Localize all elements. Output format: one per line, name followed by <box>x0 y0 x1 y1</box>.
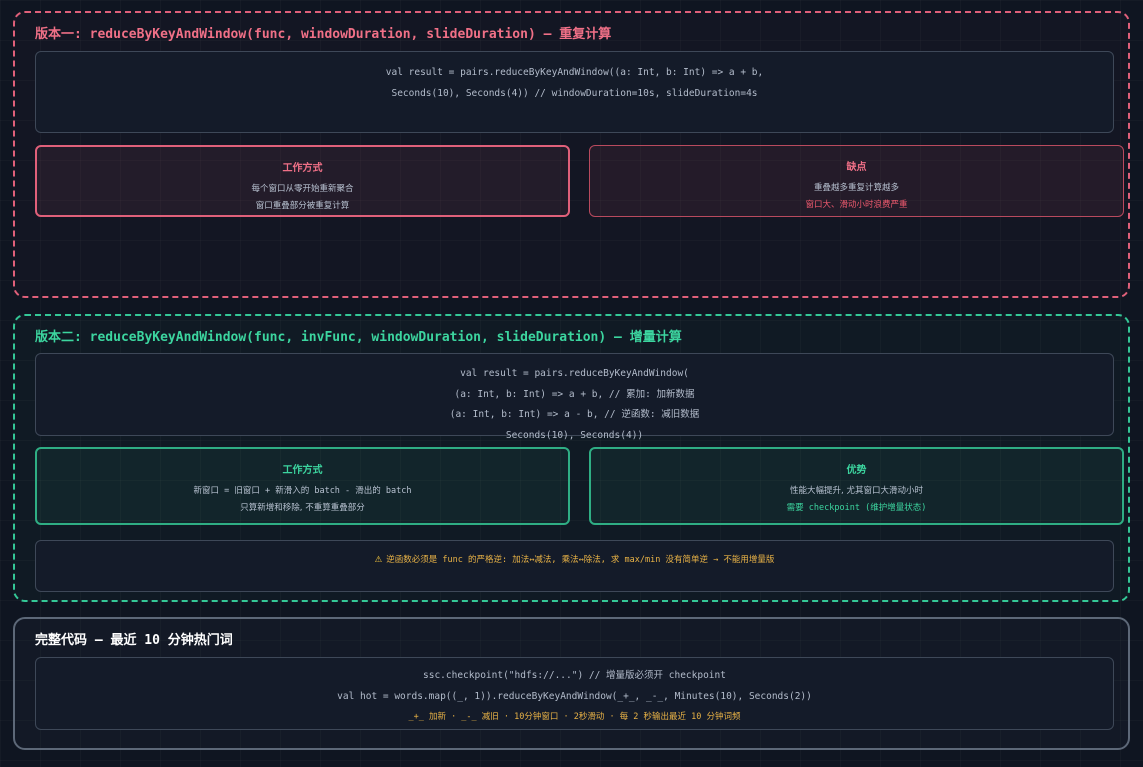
version2-code-block: val result = pairs.reduceByKeyAndWindow(… <box>35 353 1114 441</box>
version1-cons-card: 缺点 重叠越多重复计算越多 窗口大、滑动小时浪费严重 <box>589 145 1124 217</box>
code-line: val result = pairs.reduceByKeyAndWindow(… <box>385 67 764 78</box>
version2-pros-card: 优势 性能大幅提升, 尤其窗口大滑动小时 需要 checkpoint (维护增量… <box>589 447 1124 525</box>
code-line: (a: Int, b: Int) => a + b, // 累加: 加新数据 <box>454 388 695 400</box>
version2-how-card: 工作方式 新窗口 = 旧窗口 + 新滑入的 batch - 滑出的 batch … <box>35 447 570 525</box>
card-line: 性能大幅提升, 尤其窗口大滑动小时 <box>790 486 923 496</box>
full-code-block: ssc.checkpoint("hdfs://...") // 增量版必须开 c… <box>35 657 1114 730</box>
warning-icon: ⚠ <box>374 555 383 565</box>
code-line: Seconds(10), Seconds(4)) // windowDurati… <box>391 87 758 99</box>
code-line: val result = pairs.reduceByKeyAndWindow( <box>460 368 689 379</box>
code-line: (a: Int, b: Int) => a - b, // 逆函数: 减旧数据 <box>449 409 700 420</box>
code-line: val hot = words.map((_, 1)).reduceByKeyA… <box>337 690 812 702</box>
card-title: 缺点 <box>846 162 867 173</box>
card-title: 工作方式 <box>282 465 323 476</box>
card-line: 每个窗口从零开始重新聚合 <box>251 184 354 194</box>
card-line: 窗口重叠部分被重复计算 <box>255 201 350 211</box>
version1-title: 版本一: reduceByKeyAndWindow(func, windowDu… <box>35 27 612 42</box>
version1-how-card: 工作方式 每个窗口从零开始重新聚合 窗口重叠部分被重复计算 <box>35 145 570 217</box>
inverse-function-warning: ⚠ 逆函数必须是 func 的严格逆: 加法↔减法, 乘法↔除法, 求 max/m… <box>35 540 1114 592</box>
version1-code-block: val result = pairs.reduceByKeyAndWindow(… <box>35 51 1114 133</box>
card-title: 优势 <box>846 465 867 476</box>
full-code-title: 完整代码 — 最近 10 分钟热门词 <box>35 633 233 648</box>
card-line-highlight: 窗口大、滑动小时浪费严重 <box>805 200 908 210</box>
version2-title: 版本二: reduceByKeyAndWindow(func, invFunc,… <box>35 330 682 345</box>
card-line: 重叠越多重复计算越多 <box>813 183 899 193</box>
code-note: _+_ 加新 · _-_ 减旧 · 10分钟窗口 · 2秒滑动 · 每 2 秒输… <box>408 712 741 722</box>
card-line: 只算新增和移除, 不重算重叠部分 <box>240 503 365 513</box>
code-line: ssc.checkpoint("hdfs://...") // 增量版必须开 c… <box>423 670 726 681</box>
card-title: 工作方式 <box>282 163 323 174</box>
card-line-highlight: 需要 checkpoint (维护增量状态) <box>786 503 927 513</box>
version2-section: 版本二: reduceByKeyAndWindow(func, invFunc,… <box>13 314 1130 602</box>
full-code-section: 完整代码 — 最近 10 分钟热门词 ssc.checkpoint("hdfs:… <box>13 617 1130 750</box>
code-line: Seconds(10), Seconds(4)) <box>505 429 644 441</box>
version1-section: 版本一: reduceByKeyAndWindow(func, windowDu… <box>13 11 1130 298</box>
card-line: 新窗口 = 旧窗口 + 新滑入的 batch - 滑出的 batch <box>193 486 412 496</box>
warning-text: 逆函数必须是 func 的严格逆: 加法↔减法, 乘法↔除法, 求 max/mi… <box>386 555 775 565</box>
